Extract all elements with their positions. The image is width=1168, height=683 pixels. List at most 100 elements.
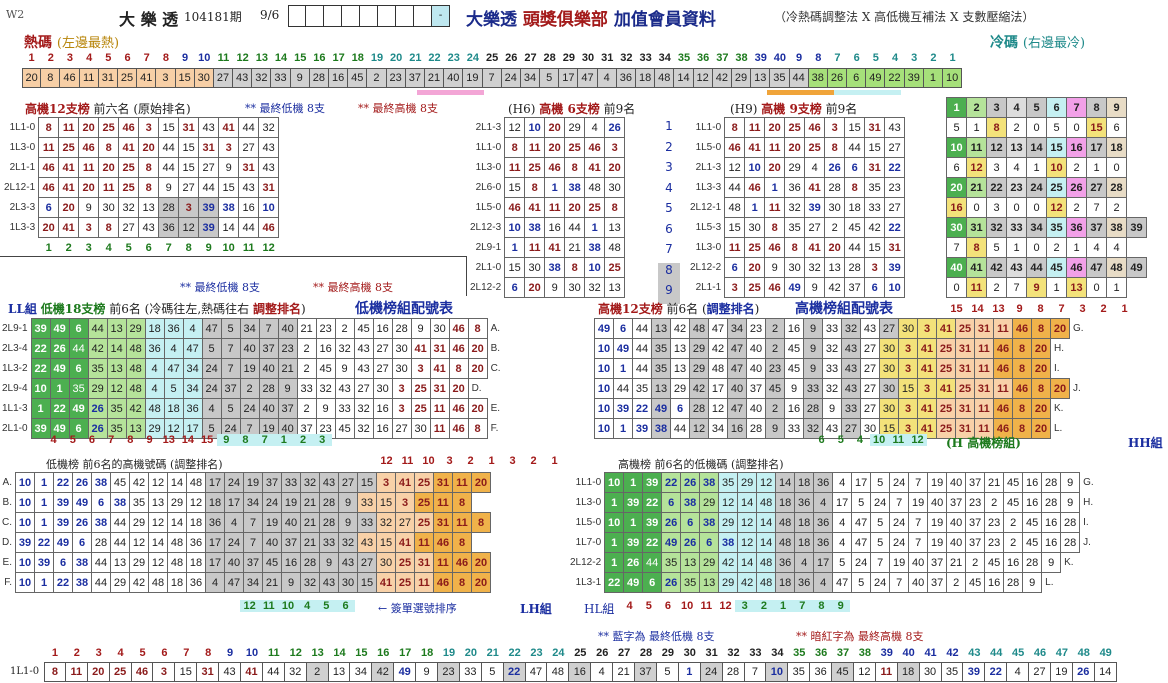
cell: 41	[524, 197, 546, 218]
cell: 39	[642, 472, 663, 493]
period-label: 104181期	[184, 10, 242, 24]
cell: 49	[623, 572, 644, 593]
cell: 31	[433, 512, 453, 533]
grid-cell: 30	[946, 217, 967, 238]
row-key: 1L3-3	[9, 222, 36, 233]
table-row: 2L12-3 10 38 16 44 1 13	[470, 217, 626, 238]
table-row: 2L1-3 12 10 20 29 4 26 6 31 22	[690, 157, 906, 178]
number-cell: 18	[897, 662, 920, 682]
cell: 15	[178, 137, 200, 158]
table-row: 2L1-0 15 30 38 8 10 25	[470, 257, 626, 278]
cell: 47	[708, 318, 728, 339]
grid-cell: 6	[1046, 97, 1067, 118]
cell: 11	[452, 512, 472, 533]
input-box[interactable]	[324, 5, 342, 27]
cell: 25	[955, 318, 975, 339]
hh-table: 49 6 44 13 42 48 47 34 23 2 16 9 33 32 43 27 30 3 41 25 31 11…	[594, 318, 1088, 439]
cell: 3	[376, 472, 396, 493]
cell: 2	[765, 338, 785, 359]
row-key: 1L5-3	[695, 222, 722, 233]
input-box[interactable]	[396, 5, 414, 27]
cell: 25	[784, 117, 806, 138]
cell: 31	[955, 398, 975, 419]
cell: 32	[300, 472, 320, 493]
cell: 9	[1022, 572, 1043, 593]
index-cell: 14	[333, 647, 346, 659]
cell: 41	[584, 157, 606, 178]
foot-cell: 11	[700, 600, 713, 612]
grid-cell: 1	[1046, 277, 1067, 298]
cell: 18	[775, 492, 796, 513]
cell: 46	[433, 572, 453, 593]
row-end-label: I.	[1083, 517, 1089, 528]
number-cell: 1	[678, 662, 701, 682]
final-low-note: ** 最終低機 8支	[245, 102, 325, 115]
cell: 45	[1022, 532, 1043, 553]
cell: 37	[965, 532, 986, 553]
cell: 44	[564, 217, 586, 238]
cell: 9	[218, 157, 240, 178]
special-box[interactable]: -	[432, 5, 450, 27]
number-cell: 36	[616, 68, 636, 88]
grid-cell: 42	[986, 257, 1007, 278]
cell: 2	[1003, 512, 1024, 533]
index-cell: 46	[1033, 647, 1047, 659]
cell: 44	[844, 137, 866, 158]
cell: 8	[467, 418, 488, 439]
cell: 25	[410, 398, 431, 419]
hh-tag: HH組	[1128, 436, 1163, 450]
cell: 48	[125, 358, 146, 379]
index-cell: 42	[946, 647, 959, 659]
input-box[interactable]	[342, 5, 360, 27]
cell: 10	[594, 378, 614, 399]
cell: 3	[724, 277, 746, 298]
number-cell: 17	[559, 68, 579, 88]
grid-cell: 38	[1106, 217, 1127, 238]
cell: 15	[178, 157, 200, 178]
cell: 7	[220, 338, 241, 359]
cell: 38	[110, 492, 130, 513]
index-cell: 18	[351, 52, 364, 64]
row-key: 2L1-3	[475, 122, 502, 133]
lh-table: A. 10 1 22 26 38 45 42 12 14 48 17 24 19 37 33 32 43 27 15 3…	[2, 472, 491, 593]
index-cell: 48	[1077, 647, 1090, 659]
cell: 41	[917, 358, 937, 379]
cell: 37	[965, 472, 986, 493]
cell: 19	[927, 532, 948, 553]
cell: 10	[30, 378, 51, 399]
grid-cell: 5	[946, 117, 967, 138]
cell: 28	[1041, 492, 1062, 513]
cell: 47	[163, 358, 184, 379]
head-cell: 3	[1079, 303, 1086, 315]
cell: 16	[544, 217, 566, 238]
cell: 6	[670, 398, 690, 419]
number-cell: 22	[885, 68, 905, 88]
number-input-boxes[interactable]: -	[288, 5, 450, 27]
cell: 9	[803, 338, 823, 359]
grid-cell: 47	[1086, 257, 1107, 278]
input-box[interactable]	[288, 5, 306, 27]
cell: 36	[794, 572, 815, 593]
cell: 3	[864, 257, 886, 278]
cell: 42	[864, 217, 886, 238]
cell: 48	[724, 197, 746, 218]
grid-cell: 6	[946, 157, 967, 178]
cell: 12	[129, 532, 149, 553]
cell: 15	[724, 217, 746, 238]
input-box[interactable]	[360, 5, 378, 27]
cell: 3	[218, 137, 240, 158]
cell: 31	[433, 472, 453, 493]
cell: 46	[448, 398, 469, 419]
cell: 8	[724, 117, 746, 138]
grid-cell: 0	[1086, 277, 1107, 298]
number-cell: 3	[153, 662, 176, 682]
input-box[interactable]	[414, 5, 432, 27]
input-box[interactable]	[306, 5, 324, 27]
cell: 32	[118, 197, 140, 218]
cell: 22	[642, 532, 663, 553]
input-box[interactable]	[378, 5, 396, 27]
cell: 46	[993, 358, 1013, 379]
grid-cell: 12	[1046, 197, 1067, 218]
foot-cell: 6	[88, 434, 96, 446]
cell: 46	[118, 117, 140, 138]
